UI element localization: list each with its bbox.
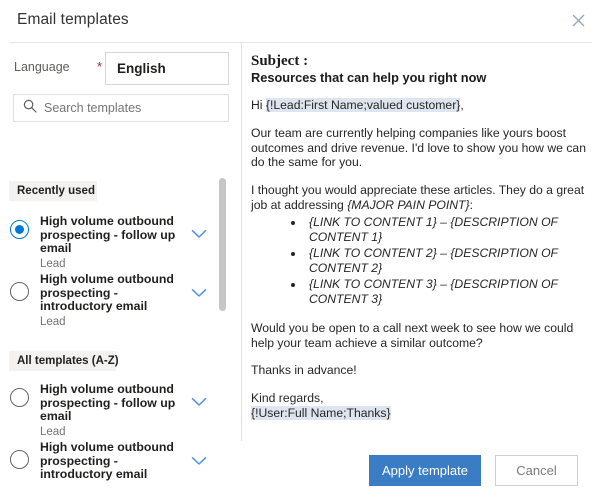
template-entity: Lead: [40, 425, 180, 439]
paragraph-2-suffix: :: [470, 198, 473, 212]
language-selected-value: English: [117, 61, 166, 76]
greeting-suffix: ,: [460, 98, 463, 112]
required-asterisk: *: [97, 60, 102, 74]
template-text: High volume outbound prospecting - follo…: [40, 383, 180, 439]
paragraph-4: Thanks in advance!: [251, 363, 586, 378]
dialog-footer: Apply template Cancel: [0, 441, 600, 504]
paragraph-3: Would you be open to a call next week to…: [251, 321, 586, 351]
chevron-down-icon[interactable]: [188, 223, 210, 245]
content-link-bullets: {LINK TO CONTENT 1} – {DESCRIPTION OF CO…: [251, 215, 586, 308]
subject-label: Subject :: [251, 53, 586, 70]
template-list-scrollbar[interactable]: [219, 176, 227, 484]
template-radio[interactable]: [10, 388, 29, 407]
template-entity: Lead: [40, 315, 180, 329]
email-preview-pane: Subject : Resources that can help you ri…: [242, 43, 600, 441]
list-item[interactable]: High volume outbound prospecting - intro…: [0, 273, 228, 331]
template-name: High volume outbound prospecting - follo…: [40, 383, 180, 424]
section-header-label: All templates (A-Z): [17, 355, 119, 367]
template-radio[interactable]: [10, 220, 29, 239]
template-text: High volume outbound prospecting - intro…: [40, 273, 180, 329]
user-full-name-token: {!User:Full Name;Thanks}: [251, 406, 391, 420]
email-preview-body: Subject : Resources that can help you ri…: [251, 53, 586, 434]
language-select[interactable]: English: [105, 52, 229, 85]
apply-template-button[interactable]: Apply template: [369, 455, 481, 486]
scrollbar-thumb[interactable]: [219, 178, 226, 311]
paragraph-1: Our team are currently helping companies…: [251, 126, 586, 170]
list-item[interactable]: High volume outbound prospecting - follo…: [0, 211, 228, 269]
language-row: Language * English: [0, 52, 241, 86]
template-text: High volume outbound prospecting - follo…: [40, 215, 180, 271]
template-list-pane: Language * English Recently used: [0, 43, 241, 441]
bullet-item: {LINK TO CONTENT 3} – {DESCRIPTION OF CO…: [305, 277, 586, 308]
bullet-item: {LINK TO CONTENT 2} – {DESCRIPTION OF CO…: [305, 246, 586, 277]
major-pain-point-token: {MAJOR PAIN POINT}: [347, 198, 469, 212]
greeting-line: Hi {!Lead:First Name;valued customer},: [251, 98, 586, 113]
template-name: High volume outbound prospecting - intro…: [40, 273, 180, 314]
close-button[interactable]: [562, 5, 594, 35]
dialog-header: Email templates: [0, 0, 600, 42]
subject-value: Resources that can help you right now: [251, 70, 586, 86]
chevron-down-icon[interactable]: [188, 391, 210, 413]
section-header-all-templates: All templates (A-Z): [9, 351, 116, 371]
template-list-clip: Recently used High volume outbound prosp…: [0, 86, 241, 484]
language-label: Language: [14, 60, 70, 74]
paragraph-2: I thought you would appreciate these art…: [251, 183, 586, 213]
signoff-line: Kind regards,: [251, 391, 324, 405]
list-item[interactable]: High volume outbound prospecting - follo…: [0, 379, 228, 437]
page-title: Email templates: [17, 11, 129, 29]
section-header-recently-used: Recently used: [9, 181, 97, 201]
template-name: High volume outbound prospecting - follo…: [40, 215, 180, 256]
greeting-prefix: Hi: [251, 98, 266, 112]
template-radio[interactable]: [10, 282, 29, 301]
bullet-item: {LINK TO CONTENT 1} – {DESCRIPTION OF CO…: [305, 215, 586, 246]
template-entity: Lead: [40, 257, 180, 271]
cancel-button[interactable]: Cancel: [495, 455, 578, 486]
close-icon: [572, 14, 585, 27]
section-header-label: Recently used: [17, 185, 95, 197]
lead-first-name-token: {!Lead:First Name;valued customer}: [266, 98, 460, 112]
email-templates-dialog: Email templates Language * English: [0, 0, 600, 504]
signoff-block: Kind regards,{!User:Full Name;Thanks}: [251, 391, 586, 421]
chevron-down-icon[interactable]: [188, 282, 210, 304]
